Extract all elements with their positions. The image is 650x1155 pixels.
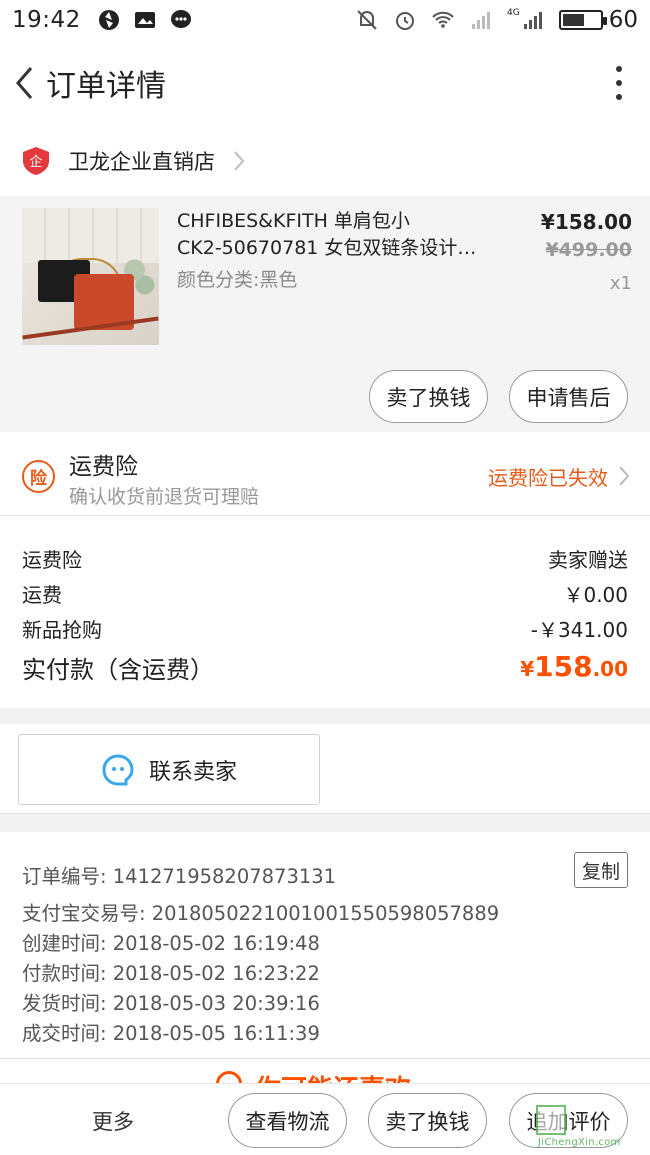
fee-label: 运费 [22, 583, 62, 607]
product-title: CHFIBES&KFITH 单肩包小 CK2-50670781 女包双链条设计… [177, 208, 497, 262]
signal-icon [472, 12, 491, 29]
fee-row-discount: 新品抢购 -￥341.00 [22, 614, 628, 643]
more-dot-icon [616, 94, 622, 100]
product-image[interactable] [22, 208, 159, 345]
created-time: 创建时间: 2018-05-02 16:19:48 [22, 932, 320, 955]
product-original-price: ¥499.00 [545, 239, 632, 261]
nav-bar: 订单详情 [0, 40, 650, 126]
wifi-icon [432, 11, 454, 28]
watermark-text: JiChengXin.com [538, 1137, 621, 1148]
insurance-subtitle: 确认收货前退货可理赔 [69, 486, 260, 508]
shutter-icon [98, 10, 119, 30]
total-amount: ¥158.00 [520, 650, 628, 685]
contact-seller-label: 联系卖家 [148, 759, 237, 785]
fee-row-insurance: 运费险 卖家赠送 [22, 544, 628, 573]
shipping-insurance-row[interactable]: 险 运费险 确认收货前退货可理赔 运费险已失效 [0, 432, 650, 516]
product-title-line1: CHFIBES&KFITH 单肩包小 [177, 210, 410, 232]
store-header[interactable]: 企 卫龙企业直销店 [0, 126, 650, 196]
fee-value: 卖家赠送 [548, 548, 628, 572]
store-card: 企 卫龙企业直销店 CHFIBES&KFITH 单肩包小 CK2-5067078… [0, 126, 650, 432]
total-currency: ¥ [520, 657, 535, 681]
copy-order-button[interactable]: 复制 [574, 852, 628, 888]
alipay-trade-number: 支付宝交易号: 2018050221001001550598057889 [22, 902, 500, 925]
more-dot-icon [616, 66, 622, 72]
chevron-right-icon [619, 466, 630, 486]
order-info: 订单编号: 141271958207873131 复制 支付宝交易号: 2018… [0, 832, 650, 1058]
insurance-icon: 险 [22, 460, 55, 493]
mute-icon [357, 10, 377, 30]
watermark-logo [536, 1105, 566, 1135]
chat-icon [170, 10, 191, 28]
insurance-title: 运费险 [69, 454, 138, 480]
status-time: 19:42 [12, 7, 81, 33]
more-actions-button[interactable]: 更多 [92, 1106, 134, 1136]
signal-4g-icon [523, 12, 542, 29]
more-menu-button[interactable] [616, 66, 624, 100]
page-title: 订单详情 [46, 69, 166, 104]
fee-row-total: 实付款（含运费） ¥158.00 [22, 650, 628, 685]
fee-summary: 运费险 卖家赠送 运费 ￥0.00 新品抢购 -￥341.00 实付款（含运费）… [0, 516, 650, 708]
completed-time: 成交时间: 2018-05-05 16:11:39 [22, 1022, 320, 1045]
sell-for-cash-bottom-button[interactable]: 卖了换钱 [368, 1093, 487, 1148]
insurance-status: 运费险已失效 [488, 466, 608, 490]
battery: 60 [558, 7, 638, 33]
product-quantity: x1 [609, 273, 632, 294]
fee-value: ￥0.00 [563, 583, 628, 607]
contact-seller-button[interactable]: 联系卖家 [18, 734, 320, 805]
fee-label: 运费险 [22, 548, 82, 572]
product-price: ¥158.00 [540, 210, 632, 234]
total-integer: 158 [534, 650, 593, 683]
store-badge-char: 企 [29, 154, 42, 170]
enterprise-store-icon: 企 [23, 147, 49, 175]
chevron-right-icon [234, 151, 245, 171]
product-spec: 颜色分类:黑色 [177, 269, 298, 291]
shipped-time: 发货时间: 2018-05-03 20:39:16 [22, 992, 320, 1015]
fee-label: 新品抢购 [22, 618, 102, 642]
status-bar: 19:42 4G 60 [0, 0, 650, 40]
network-type: 4G [507, 8, 520, 18]
customer-service-icon [102, 753, 134, 785]
image-icon [134, 12, 155, 28]
order-item[interactable]: CHFIBES&KFITH 单肩包小 CK2-50670781 女包双链条设计…… [0, 196, 650, 432]
view-logistics-button[interactable]: 查看物流 [228, 1093, 347, 1148]
sell-for-cash-button[interactable]: 卖了换钱 [369, 370, 488, 423]
fee-value: -￥341.00 [530, 618, 628, 642]
more-dot-icon [616, 80, 622, 86]
contact-section: 联系卖家 [0, 724, 650, 814]
fee-row-shipping: 运费 ￥0.00 [22, 579, 628, 608]
chevron-left-icon [16, 67, 33, 99]
store-name: 卫龙企业直销店 [68, 150, 215, 174]
alarm-icon [396, 12, 415, 30]
product-title-line2: CK2-50670781 女包双链条设计… [177, 237, 477, 259]
paid-time: 付款时间: 2018-05-02 16:23:22 [22, 962, 320, 985]
battery-level [562, 14, 585, 26]
order-number: 订单编号: 141271958207873131 [22, 865, 337, 888]
back-button[interactable] [4, 40, 44, 126]
battery-percent: 60 [608, 7, 638, 33]
total-decimal: .00 [592, 657, 628, 681]
total-label: 实付款（含运费） [22, 656, 214, 684]
site-watermark: JiChengXin.com [532, 1103, 648, 1153]
battery-icon [558, 10, 607, 30]
after-sale-button[interactable]: 申请售后 [509, 370, 628, 423]
